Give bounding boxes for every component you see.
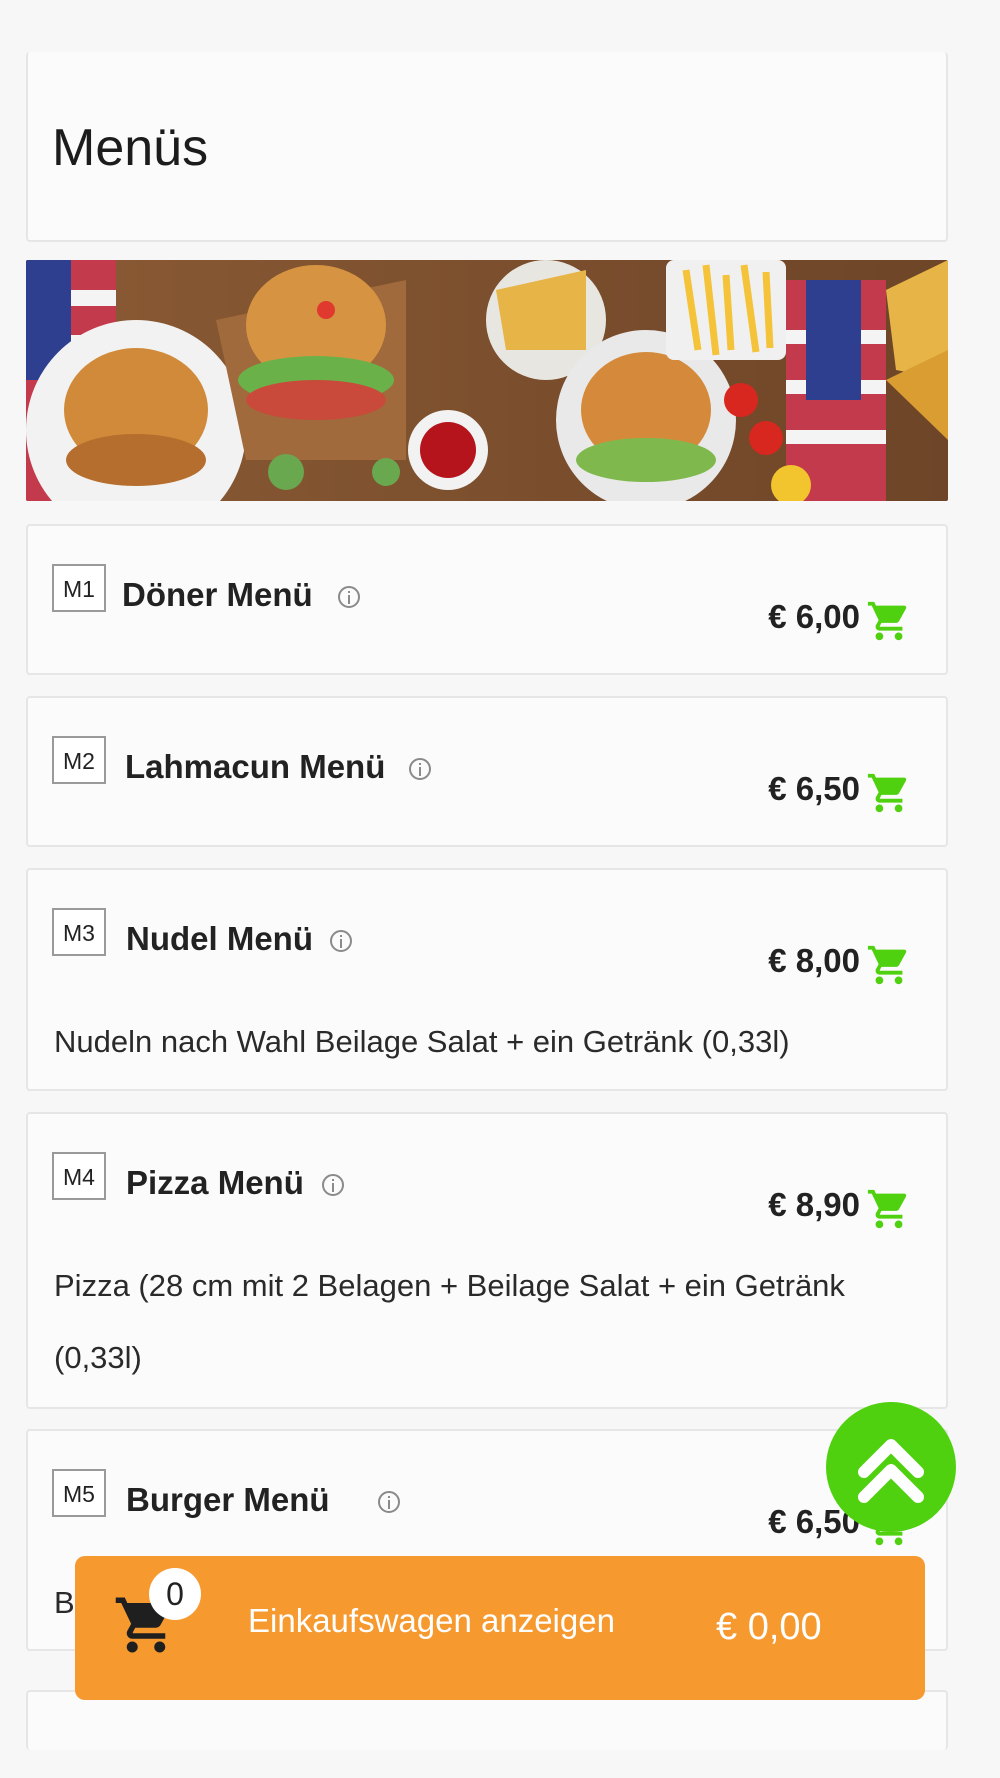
info-icon[interactable]: [338, 586, 360, 608]
item-price: € 8,00: [768, 942, 860, 979]
menu-item-m2[interactable]: M2 Lahmacun Menü € 6,50: [26, 696, 948, 847]
item-description: Nudeln nach Wahl Beilage Salat + ein Get…: [54, 1024, 790, 1059]
item-name: Burger Menü: [126, 1481, 330, 1518]
item-code: M2: [52, 736, 106, 784]
menu-banner-image: [26, 260, 948, 501]
cart-count-badge: 0: [149, 1568, 201, 1620]
menu-item-m3[interactable]: M3 Nudel Menü € 8,00 Nudeln nach Wahl Be…: [26, 868, 948, 1091]
item-description: Pizza (28 cm mit 2 Belagen + Beilage Sal…: [54, 1268, 845, 1375]
view-cart-button[interactable]: 0 Einkaufswagen anzeigen € 0,00: [75, 1556, 925, 1700]
info-icon[interactable]: [378, 1491, 400, 1513]
scroll-to-top-button[interactable]: [826, 1402, 956, 1532]
section-title: Menüs: [52, 119, 209, 177]
info-icon[interactable]: [330, 930, 352, 952]
item-code: M5: [52, 1469, 106, 1517]
item-name: Nudel Menü: [126, 920, 313, 957]
item-code: M3: [52, 908, 106, 956]
item-code: M4: [52, 1152, 106, 1200]
item-name: Lahmacun Menü: [125, 748, 386, 785]
cart-icon[interactable]: [866, 598, 912, 644]
info-icon[interactable]: [409, 758, 431, 780]
item-name: Pizza Menü: [126, 1164, 304, 1201]
menu-item-m1[interactable]: M1 Döner Menü € 6,00: [26, 524, 948, 675]
view-cart-label: Einkaufswagen anzeigen: [248, 1602, 615, 1639]
item-price: € 6,00: [768, 598, 860, 635]
item-price: € 6,50: [768, 770, 860, 807]
chevrons-up-icon: [858, 1439, 924, 1503]
cart-total: € 0,00: [716, 1606, 822, 1648]
banner-illustration: [26, 260, 948, 501]
cart-icon[interactable]: [866, 942, 912, 988]
cart-icon[interactable]: [866, 1186, 912, 1232]
menu-section-header: Menüs: [26, 52, 948, 242]
item-name: Döner Menü: [122, 576, 313, 613]
item-price: € 8,90: [768, 1186, 860, 1223]
cart-icon[interactable]: [866, 770, 912, 816]
info-icon[interactable]: [322, 1174, 344, 1196]
menu-item-m4[interactable]: M4 Pizza Menü € 8,90 Pizza (28 cm mit 2 …: [26, 1112, 948, 1409]
item-code: M1: [52, 564, 106, 612]
